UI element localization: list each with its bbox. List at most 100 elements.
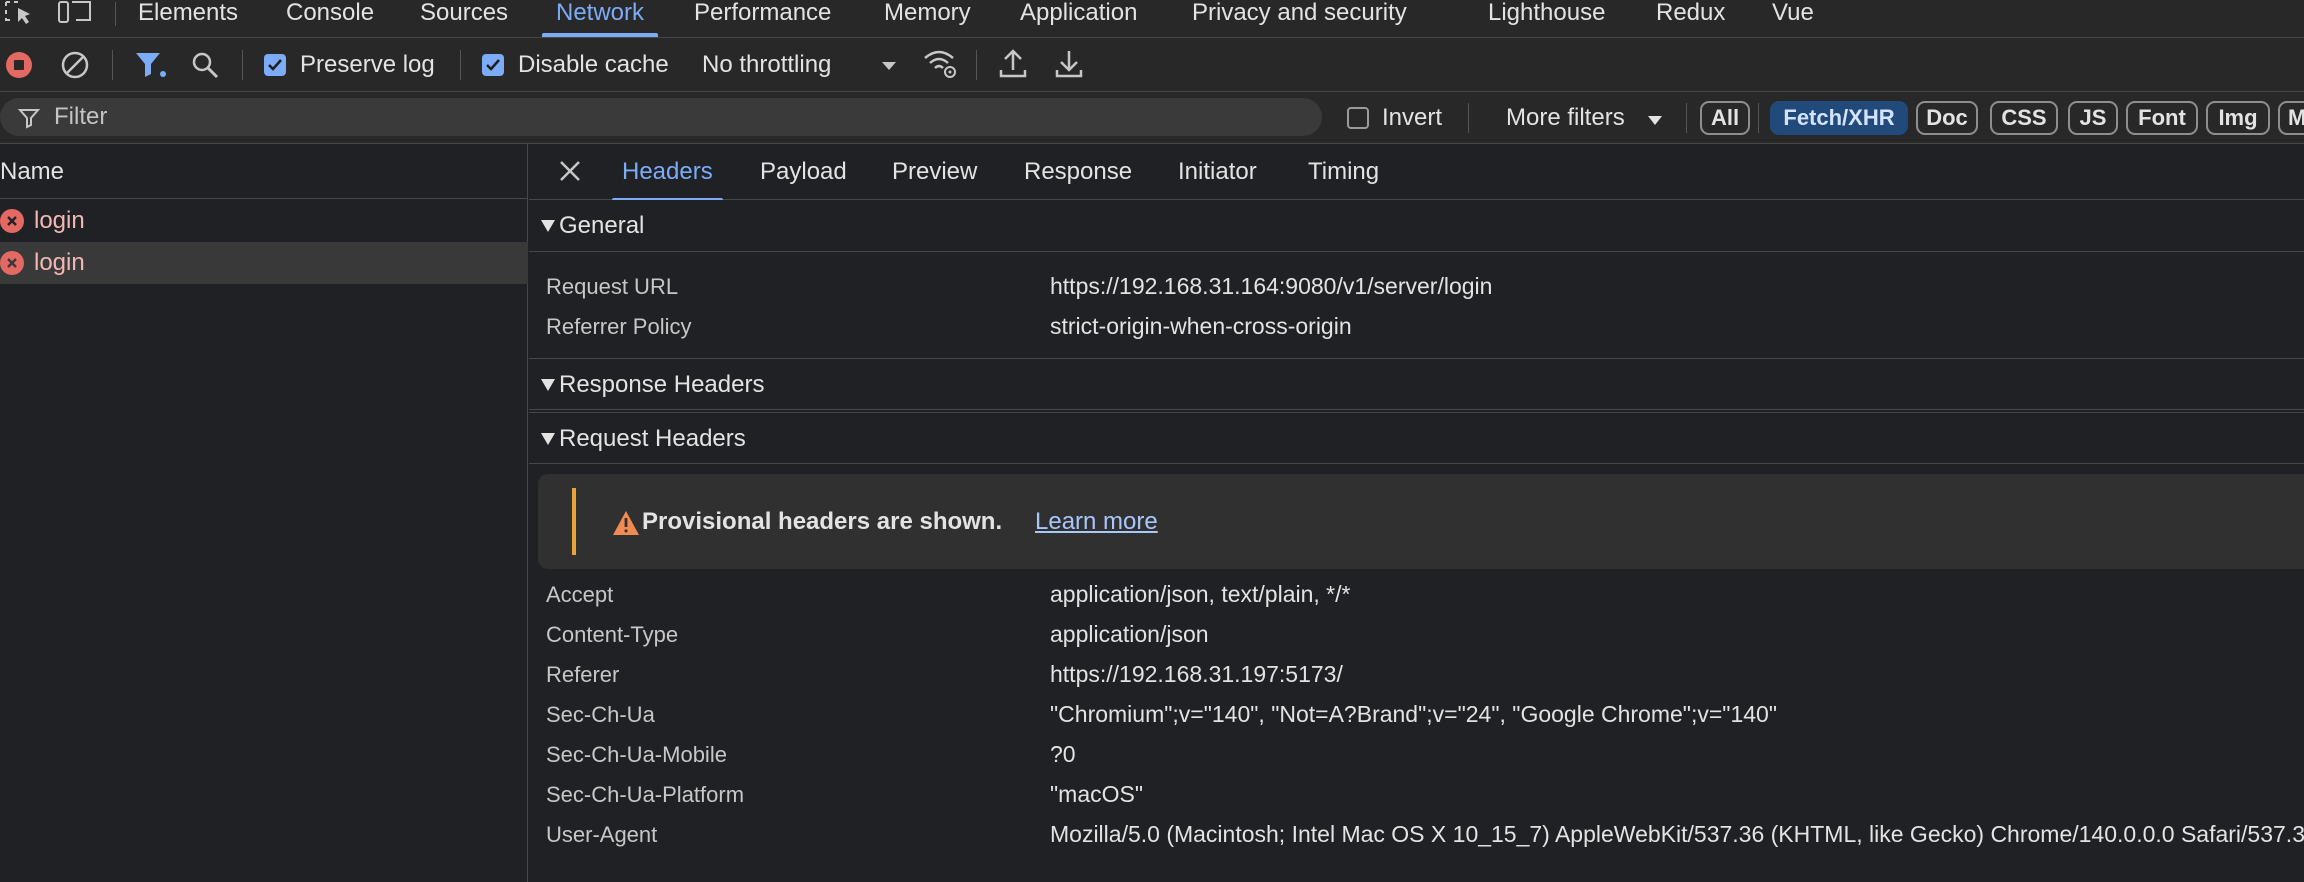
network-conditions-icon[interactable]	[922, 48, 958, 80]
header-value: strict-origin-when-cross-origin	[1050, 313, 1352, 339]
more-filters-label: More filters	[1506, 104, 1625, 131]
response-headers-section-header[interactable]: Response Headers	[529, 358, 2304, 410]
toolbar-separator	[460, 50, 461, 80]
header-key: Request URL	[546, 274, 679, 299]
filter-separator	[1686, 103, 1687, 133]
chevron-down-icon	[1648, 116, 1662, 125]
detail-tab-preview[interactable]: Preview	[892, 158, 977, 186]
filter-chip-fetch-xhr[interactable]: Fetch/XHR	[1770, 101, 1908, 135]
detail-tab-response[interactable]: Response	[1024, 158, 1132, 186]
filter-funnel-icon	[17, 107, 41, 129]
request-headers-section-header[interactable]: Request Headers	[529, 412, 2304, 464]
header-value: "macOS"	[1050, 781, 1144, 807]
provisional-headers-warning: Provisional headers are shown. Learn mor…	[538, 474, 2304, 569]
detail-tab-timing[interactable]: Timing	[1308, 158, 1379, 186]
detail-tab-bar: Headers Payload Preview Response Initiat…	[529, 144, 2304, 202]
filter-input-container	[0, 98, 1322, 136]
tab-vue[interactable]: Vue	[1772, 0, 1814, 37]
header-value: https://192.168.31.197:5173/	[1050, 661, 1343, 687]
request-row-selected[interactable]: login	[0, 242, 528, 284]
expand-triangle-icon	[541, 433, 555, 445]
tab-memory[interactable]: Memory	[884, 0, 971, 37]
header-value: https://192.168.31.164:9080/v1/server/lo…	[1050, 273, 1493, 299]
header-value: application/json, text/plain, */*	[1050, 581, 1351, 607]
warning-accent-bar	[572, 488, 576, 555]
header-key: Sec-Ch-Ua-Mobile	[546, 742, 727, 767]
name-column-header[interactable]: Name	[0, 144, 528, 199]
filter-separator	[1468, 103, 1469, 133]
filter-chip-doc[interactable]: Doc	[1916, 101, 1978, 135]
filter-chip-css[interactable]: CSS	[1990, 101, 2058, 135]
header-value-clip: Mozilla/5.0 (Macintosh; Intel Mac OS X 1…	[1050, 821, 2304, 853]
filter-input[interactable]	[54, 98, 1294, 136]
device-toolbar-icon[interactable]	[56, 0, 96, 26]
filter-row: Invert More filters All Fetch/XHR Doc CS…	[0, 92, 2304, 144]
inspect-element-icon[interactable]	[2, 0, 38, 26]
header-value: ?0	[1050, 741, 1076, 767]
filter-separator	[1758, 103, 1759, 133]
expand-triangle-icon	[541, 220, 555, 232]
network-toolbar: Preserve log Disable cache No throttling	[0, 38, 2304, 92]
export-har-icon[interactable]	[1054, 48, 1084, 80]
throttling-select[interactable]: No throttling	[700, 48, 900, 82]
request-name: login	[34, 249, 85, 276]
request-list: Name login login	[0, 144, 528, 882]
filter-chip-js[interactable]: JS	[2068, 101, 2118, 135]
response-headers-title: Response Headers	[559, 371, 765, 398]
request-row[interactable]: login	[0, 200, 528, 242]
filter-chip-all[interactable]: All	[1700, 101, 1750, 135]
preserve-log-label[interactable]: Preserve log	[300, 51, 435, 79]
name-column-label: Name	[0, 158, 65, 185]
toolbar-separator	[976, 50, 977, 80]
preserve-log-checkbox[interactable]	[264, 54, 286, 76]
record-stop-icon[interactable]	[4, 50, 34, 80]
header-key: Referer	[546, 662, 620, 687]
detail-tab-initiator[interactable]: Initiator	[1178, 158, 1257, 186]
tab-sources[interactable]: Sources	[420, 0, 508, 37]
throttling-value: No throttling	[702, 51, 832, 78]
warning-message: Provisional headers are shown.	[642, 508, 1003, 535]
tab-privacy-security[interactable]: Privacy and security	[1192, 0, 1407, 37]
filter-chip-font[interactable]: Font	[2126, 101, 2198, 135]
header-key: User-Agent	[546, 822, 658, 847]
learn-more-link[interactable]: Learn more	[1035, 508, 1158, 536]
tab-redux[interactable]: Redux	[1656, 0, 1725, 37]
disable-cache-label[interactable]: Disable cache	[518, 51, 669, 79]
tab-network[interactable]: Network	[541, 0, 659, 37]
warning-icon	[612, 510, 640, 541]
header-key: Sec-Ch-Ua	[546, 702, 655, 727]
detail-tab-headers[interactable]: Headers	[612, 158, 723, 202]
header-value: application/json	[1050, 621, 1209, 647]
filter-chip-media[interactable]: M	[2278, 101, 2304, 135]
tab-lighthouse[interactable]: Lighthouse	[1488, 0, 1605, 37]
tab-application[interactable]: Application	[1020, 0, 1137, 37]
invert-label[interactable]: Invert	[1382, 104, 1442, 132]
devtools-window: Elements Console Sources Network Perform…	[0, 0, 2304, 882]
filter-chip-img[interactable]: Img	[2206, 101, 2270, 135]
request-headers-title: Request Headers	[559, 425, 746, 452]
import-har-icon[interactable]	[998, 48, 1028, 80]
invert-checkbox[interactable]	[1347, 107, 1369, 129]
general-section-header[interactable]: General	[529, 200, 2304, 252]
clear-icon[interactable]	[60, 50, 90, 80]
tab-performance[interactable]: Performance	[694, 0, 831, 37]
detail-tab-payload[interactable]: Payload	[760, 158, 847, 186]
tab-bar-separator	[115, 2, 116, 26]
close-icon[interactable]	[559, 160, 581, 182]
toolbar-separator	[242, 50, 243, 80]
header-key: Referrer Policy	[546, 314, 692, 339]
filter-funnel-icon[interactable]	[134, 50, 168, 80]
error-icon	[0, 209, 24, 233]
tab-console[interactable]: Console	[286, 0, 374, 37]
request-name: login	[34, 207, 85, 234]
search-icon[interactable]	[190, 50, 220, 80]
expand-triangle-icon	[541, 379, 555, 391]
more-filters-dropdown[interactable]: More filters	[1506, 102, 1676, 134]
general-section-title: General	[559, 212, 645, 239]
toolbar-separator	[112, 50, 113, 80]
chevron-down-icon	[882, 62, 896, 70]
tab-elements[interactable]: Elements	[138, 0, 238, 37]
devtools-tab-bar: Elements Console Sources Network Perform…	[0, 0, 2304, 38]
header-key: Content-Type	[546, 622, 679, 647]
disable-cache-checkbox[interactable]	[482, 54, 504, 76]
